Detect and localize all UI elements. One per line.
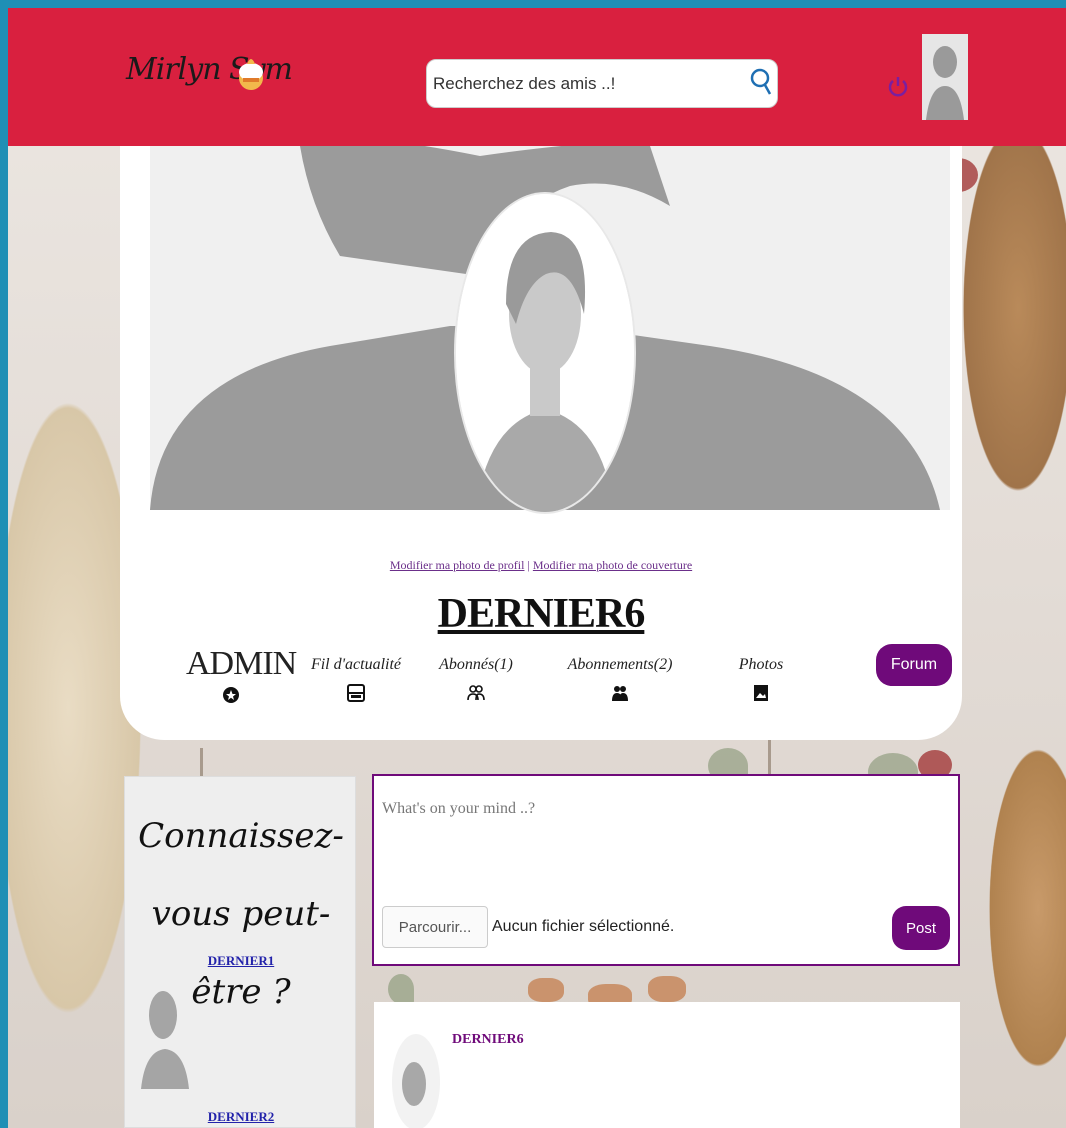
forum-button[interactable]: Forum xyxy=(876,644,952,686)
nav-following-label: Abonnements(2) xyxy=(567,656,673,673)
users-outline-icon xyxy=(467,685,485,701)
nav-feed-label: Fil d'actualité xyxy=(310,656,402,673)
suggestion-link-dernier2[interactable]: DERNIER2 xyxy=(208,1109,274,1124)
post-textarea[interactable] xyxy=(382,800,942,900)
search-input[interactable] xyxy=(433,66,733,102)
nav-following[interactable]: Abonnements(2) xyxy=(560,656,680,702)
feed-post: DERNIER6 xyxy=(374,1002,960,1128)
photo-icon xyxy=(754,685,768,701)
browse-file-button[interactable]: Parcourir... xyxy=(382,906,488,948)
suggestion-avatar[interactable] xyxy=(137,977,193,1089)
nav-photos-label: Photos xyxy=(738,656,784,673)
profile-photo[interactable] xyxy=(456,194,634,512)
newspaper-icon xyxy=(347,684,365,702)
file-status-text: Aucun fichier sélectionné. xyxy=(492,918,675,935)
suggestions-panel: Connaissez-vous peut-être ? DERNIER1 DER… xyxy=(124,776,356,1128)
nav-admin-label: ADMIN xyxy=(186,645,297,682)
post-composer: Parcourir... Aucun fichier sélectionné. … xyxy=(372,774,960,966)
app-logo[interactable]: Mirlyn Sym xyxy=(126,52,293,87)
search-box xyxy=(426,59,778,108)
power-icon[interactable] xyxy=(886,72,910,100)
edit-profile-photo-link[interactable]: Modifier ma photo de profil xyxy=(390,558,525,572)
suggestion-name: DERNIER1 xyxy=(125,953,355,969)
nav-admin[interactable]: ADMIN xyxy=(186,645,297,704)
suggestion-name: DERNIER2 xyxy=(125,1109,355,1125)
nav-photos[interactable]: Photos xyxy=(716,656,806,702)
post-author-avatar[interactable] xyxy=(390,1032,442,1128)
post-button[interactable]: Post xyxy=(892,906,950,950)
nav-feed[interactable]: Fil d'actualité xyxy=(306,656,406,702)
nav-followers[interactable]: Abonnés(1) xyxy=(426,656,526,702)
star-circle-icon xyxy=(223,687,239,703)
edit-cover-photo-link[interactable]: Modifier ma photo de couverture xyxy=(533,558,692,572)
users-solid-icon xyxy=(612,686,628,701)
suggestion-link-dernier1[interactable]: DERNIER1 xyxy=(208,953,274,968)
link-separator: | xyxy=(527,558,530,572)
user-avatar[interactable] xyxy=(922,34,968,120)
cupcake-icon xyxy=(239,59,263,90)
post-author-name[interactable]: DERNIER6 xyxy=(452,1032,524,1048)
edit-photo-links: Modifier ma photo de profil | Modifier m… xyxy=(120,558,962,573)
nav-followers-label: Abonnés(1) xyxy=(439,656,513,673)
search-icon[interactable] xyxy=(748,64,774,98)
profile-card: Modifier ma photo de profil | Modifier m… xyxy=(120,146,962,740)
profile-name[interactable]: DERNIER6 xyxy=(120,590,962,638)
profile-placeholder-silhouette xyxy=(456,194,634,512)
